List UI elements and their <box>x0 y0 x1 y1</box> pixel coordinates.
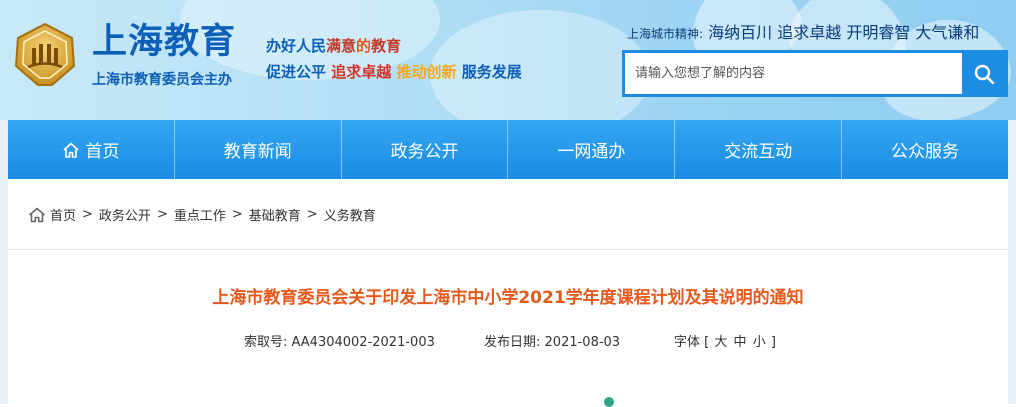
date-value: 2021-08-03 <box>544 335 621 350</box>
slogan-2-part: 促进公平 <box>266 63 327 81</box>
nav-item-label: 首页 <box>85 142 120 162</box>
breadcrumb-link-compulsory-education[interactable]: 义务教育 <box>324 205 376 224</box>
nav-item-public-services[interactable]: 公众服务 <box>842 120 1008 179</box>
breadcrumb-home-icon <box>28 207 46 222</box>
slogan-1-part: 教育 <box>371 37 402 55</box>
font-small-button[interactable]: 小 <box>753 335 766 350</box>
nav-item-label: 交流互动 <box>724 142 793 162</box>
breadcrumb-link-home[interactable]: 首页 <box>50 205 76 224</box>
search-box <box>622 50 1008 97</box>
breadcrumb-separator: > <box>231 207 243 222</box>
breadcrumb-link-key-work[interactable]: 重点工作 <box>174 205 226 224</box>
breadcrumb-separator: > <box>82 207 93 222</box>
breadcrumb-link-government-affairs[interactable]: 政务公开 <box>99 205 151 224</box>
date-label: 发布日期: <box>484 335 541 350</box>
slogan-2-part: 推动创新 <box>396 63 457 81</box>
index-value: AA4304002-2021-003 <box>291 335 435 350</box>
page-margin-right <box>1008 120 1016 404</box>
breadcrumb: 首页 > 政务公开 > 重点工作 > 基础教育 > 义务教育 <box>28 205 376 224</box>
article-title: 上海市教育委员会关于印发上海市中小学2021学年度课程计划及其说明的通知 <box>212 288 804 308</box>
search-icon <box>974 64 994 84</box>
site-header: 上海教育 上海市教育委员会主办 办好人民满意的教育 促进公平 追求卓越 推动创新… <box>0 0 1016 120</box>
nav-item-label: 一网通办 <box>557 142 626 162</box>
nav-item-one-stop-service[interactable]: 一网通办 <box>508 120 676 179</box>
nav-item-government-affairs[interactable]: 政务公开 <box>342 120 509 179</box>
nav-item-label: 公众服务 <box>891 142 960 162</box>
breadcrumb-link-basic-education[interactable]: 基础教育 <box>249 205 301 224</box>
publish-date: 发布日期: 2021-08-03 <box>484 334 620 352</box>
font-large-button[interactable]: 大 <box>714 335 727 350</box>
nav-item-interaction[interactable]: 交流互动 <box>675 120 843 179</box>
slogan-line-2: 促进公平 追求卓越 推动创新 服务发展 <box>266 62 522 82</box>
slogan-2-part: 追求卓越 <box>331 63 392 81</box>
slogan-line-1: 办好人民满意的教育 <box>266 36 401 56</box>
search-button[interactable] <box>962 53 1005 94</box>
font-bracket-open: [ <box>704 335 710 350</box>
breadcrumb-separator: > <box>306 207 318 222</box>
site-subtitle: 上海市教育委员会主办 <box>92 72 232 88</box>
font-medium-button[interactable]: 中 <box>734 335 747 350</box>
font-bracket-close: ] <box>770 335 776 350</box>
index-label: 索取号: <box>244 335 288 350</box>
search-input[interactable] <box>625 53 961 94</box>
share-dot-icon[interactable] <box>604 397 614 407</box>
city-spirit: 上海城市精神: 海纳百川 追求卓越 开明睿智 大气谦和 <box>627 22 979 45</box>
nav-item-education-news[interactable]: 教育新闻 <box>175 120 342 179</box>
section-divider <box>8 249 1008 250</box>
city-spirit-value: 海纳百川 追求卓越 开明睿智 大气谦和 <box>708 23 980 42</box>
slogan-1-part: 的 <box>356 37 372 55</box>
main-nav: 首页 教育新闻 政务公开 一网通办 交流互动 公众服务 <box>8 120 1008 179</box>
slogan-1-part: 满意 <box>326 37 357 55</box>
font-label: 字体 <box>674 335 701 350</box>
page-margin-left <box>0 120 8 404</box>
article-meta: 索取号: AA4304002-2021-003 发布日期: 2021-08-03… <box>244 334 776 352</box>
nav-item-home[interactable]: 首页 <box>8 120 175 179</box>
slogan-2-part: 服务发展 <box>461 63 522 81</box>
city-spirit-label: 上海城市精神: <box>627 27 704 41</box>
font-size-switcher: 字体 [ 大 中 小 ] <box>674 334 776 352</box>
index-number: 索取号: AA4304002-2021-003 <box>244 334 435 352</box>
home-icon <box>63 142 79 158</box>
nav-item-label: 政务公开 <box>390 142 459 162</box>
nav-item-label: 教育新闻 <box>223 142 292 162</box>
breadcrumb-separator: > <box>156 207 168 222</box>
site-title[interactable]: 上海教育 <box>92 22 236 62</box>
emblem-icon[interactable] <box>12 22 78 88</box>
slogan-1-part: 办好人民 <box>266 37 327 55</box>
